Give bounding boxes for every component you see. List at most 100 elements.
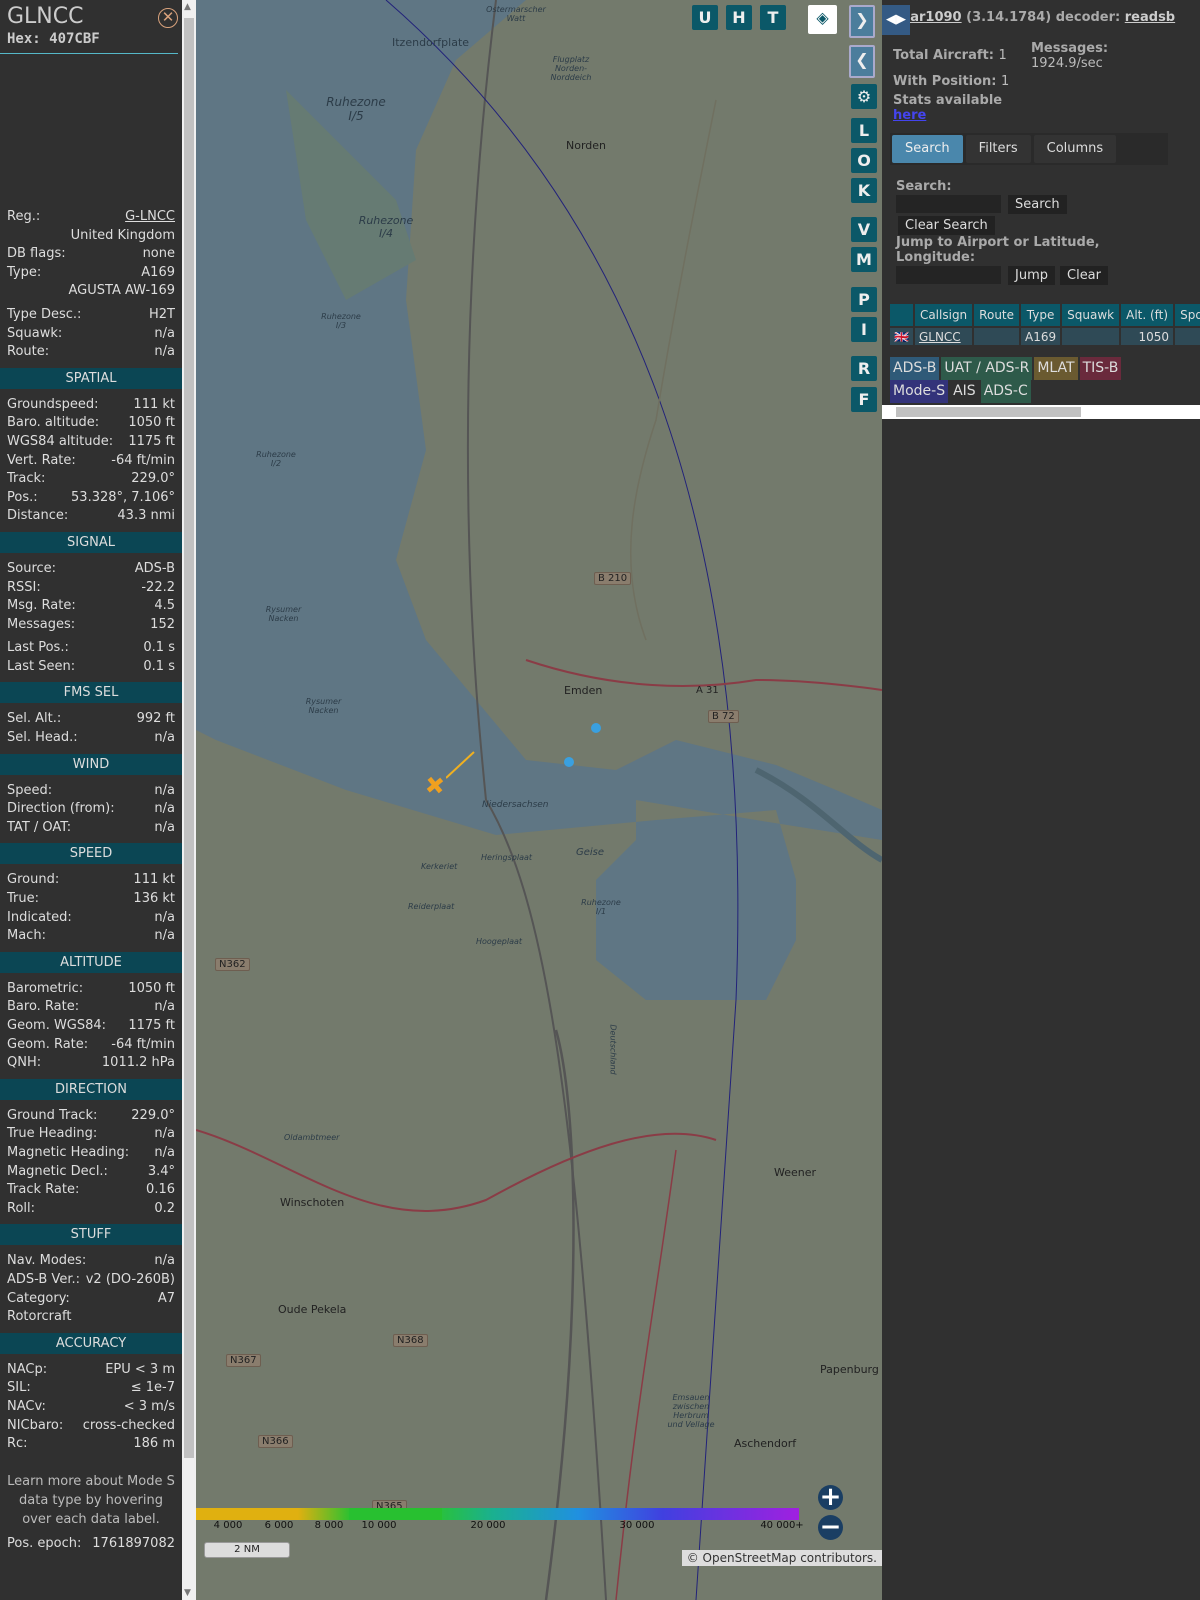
tab-filters[interactable]: Filters (965, 135, 1031, 163)
section-header-altitude: ALTITUDE (0, 951, 182, 973)
table-row[interactable]: 🇬🇧 GLNCC A169 1050 (890, 328, 1200, 345)
column-header-squawk[interactable]: Squawk (1062, 304, 1120, 326)
detail-value: ≤ 1e-7 (130, 1380, 175, 1396)
detail-row: Mach: n/a (0, 927, 182, 946)
column-header-type[interactable]: Type (1021, 304, 1061, 326)
detail-label: Geom. Rate: (7, 1036, 89, 1052)
section-header-stuff: STUFF (0, 1224, 182, 1246)
detail-label: Geom. WGS84: (7, 1018, 107, 1033)
place-weener: Weener (774, 1166, 817, 1179)
collapse-left-button[interactable]: ❮ (849, 45, 875, 78)
detail-row: United Kingdom (0, 227, 182, 246)
decoder-link[interactable]: readsb (1125, 10, 1175, 25)
app-link[interactable]: tar1090 (904, 10, 962, 25)
jump-input[interactable] (896, 266, 1001, 284)
detail-row: True Heading: n/a (0, 1125, 182, 1144)
section-header-speed: SPEED (0, 843, 182, 865)
toggle-sidebar-icon[interactable]: ◀▶ (882, 5, 910, 35)
map-button-r[interactable]: R (851, 356, 877, 381)
detail-label: Roll: (7, 1200, 36, 1216)
detail-label: Speed: (7, 782, 53, 798)
jump-clear-button[interactable]: Clear (1060, 266, 1108, 285)
detail-row: Pos. epoch: 1761897082 (0, 1535, 182, 1554)
source-tag-uatadsr: UAT / ADS-R (941, 357, 1033, 380)
map-button-m[interactable]: M (851, 247, 877, 272)
column-header-route[interactable]: Route (974, 304, 1020, 326)
clear-search-button[interactable]: Clear Search (898, 216, 995, 235)
jump-button[interactable]: Jump (1008, 266, 1055, 285)
map-button-l[interactable]: L (851, 118, 877, 143)
settings-gear-icon[interactable]: ⚙ (851, 84, 877, 109)
source-tag-mlat: MLAT (1034, 357, 1078, 380)
place-geise: Geise (576, 847, 605, 858)
detail-value[interactable]: G-LNCC (125, 208, 175, 227)
column-header-callsign[interactable]: Callsign (914, 304, 973, 326)
map-button-h[interactable]: H (726, 5, 752, 30)
detail-row: Magnetic Decl.: 3.4° (0, 1163, 182, 1182)
detail-label: Sel. Head.: (7, 730, 78, 746)
map-button-p[interactable]: P (851, 287, 877, 312)
detail-label: Rc: (7, 1436, 28, 1452)
map-button-i[interactable]: I (851, 317, 877, 342)
detail-row: Rc: 186 m (0, 1435, 182, 1454)
altitude-tick-label: 20 000 (470, 1520, 506, 1531)
map-button-u[interactable]: U (692, 5, 718, 30)
tab-columns[interactable]: Columns (1033, 135, 1117, 163)
search-input[interactable] (896, 195, 1001, 213)
zoom-in-button[interactable]: + (818, 1484, 843, 1510)
road-b72: B 72 (708, 710, 739, 723)
map-button-t[interactable]: T (760, 5, 786, 30)
detail-row: Type: A169 (0, 264, 182, 283)
detail-value: cross-checked (82, 1417, 175, 1433)
detail-value: 4.5 (154, 598, 175, 614)
detail-row: WGS84 altitude: 1175 ft (0, 433, 182, 452)
flag-icon: 🇬🇧 (890, 328, 913, 345)
close-icon[interactable]: ✕ (158, 8, 178, 28)
detail-value: 229.0° (131, 1107, 175, 1123)
detail-row: Vert. Rate: -64 ft/min (0, 452, 182, 471)
callsign-link[interactable]: GLNCC (919, 330, 961, 344)
column-header-flag[interactable] (890, 304, 913, 326)
detail-value: United Kingdom (70, 227, 175, 243)
scale-line: 2 NM (204, 1542, 290, 1558)
detail-label: QNH: (7, 1055, 42, 1071)
altitude-tick-label: 4 000 (213, 1520, 243, 1531)
epoch-label: Pos. epoch: (7, 1535, 82, 1551)
column-header-spd[interactable]: Spd. (1175, 304, 1200, 326)
search-button[interactable]: Search (1008, 195, 1067, 214)
source-tag-tisb: TIS-B (1079, 357, 1122, 380)
map[interactable]: ✚ Norden Emden Weener Winschoten Oude Pe… (196, 0, 882, 1600)
map-button-o[interactable]: O (851, 148, 877, 173)
detail-value: 111 kt (133, 872, 175, 888)
detail-value: -64 ft/min (111, 452, 175, 468)
map-button-f[interactable]: F (851, 387, 877, 412)
place-oude-pekela: Oude Pekela (278, 1303, 347, 1316)
map-button-v[interactable]: V (851, 217, 877, 242)
detail-value: n/a (154, 819, 175, 835)
detail-label: Ground: (7, 872, 60, 888)
detail-row: Sel. Alt.: 992 ft (0, 710, 182, 729)
altitude-tick-label: 6 000 (264, 1520, 294, 1531)
map-attribution[interactable]: © OpenStreetMap contributors. (681, 1550, 882, 1566)
place-rysumer-1: Rysumer Nacken (265, 605, 302, 623)
layers-icon[interactable]: ◈ (808, 5, 837, 34)
place-hoogeplaat: Hoogeplaat (476, 937, 523, 946)
cell-route (974, 328, 1020, 345)
detail-value: 186 m (133, 1436, 175, 1452)
section-header-spatial: SPATIAL (0, 367, 182, 389)
map-button-k[interactable]: K (851, 178, 877, 203)
detail-scrollbar[interactable]: ▲ ▼ (182, 0, 196, 1600)
detail-row: Category: A7 (0, 1290, 182, 1309)
expand-right-button[interactable]: ❯ (849, 5, 875, 38)
section-header-fms-sel: FMS SEL (0, 682, 182, 704)
zoom-out-button[interactable]: − (818, 1514, 843, 1540)
tab-search[interactable]: Search (892, 135, 963, 163)
place-oldambtmeer: Oldambtmeer (284, 1133, 340, 1142)
aircraft-detail-panel: GLNCC Hex: 407CBF ✕ Reg.: G-LNCC United Ki… (0, 0, 182, 1600)
detail-value: n/a (154, 909, 175, 925)
table-horizontal-scrollbar[interactable] (882, 405, 1200, 419)
column-header-altft[interactable]: Alt. (ft) (1121, 304, 1174, 326)
detail-value: v2 (DO-260B) (85, 1271, 175, 1287)
place-aschendorf: Aschendorf (734, 1437, 797, 1450)
stats-here-link[interactable]: here (893, 108, 926, 123)
